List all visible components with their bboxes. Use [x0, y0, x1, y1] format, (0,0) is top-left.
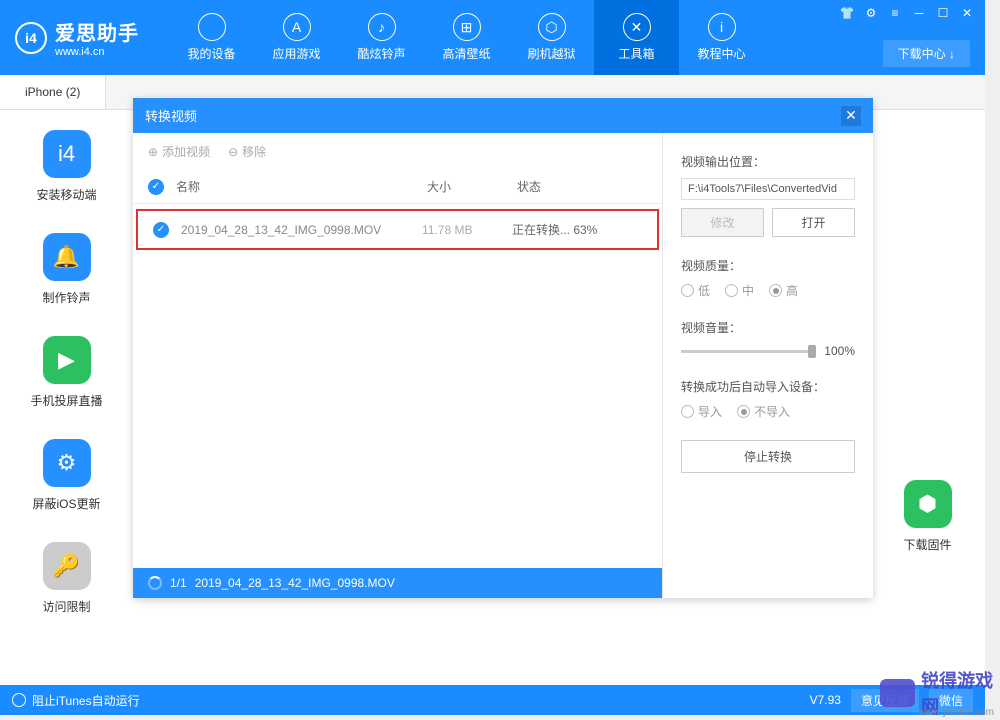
itunes-label: 阻止iTunes自动运行	[32, 692, 140, 709]
tool-restrictions[interactable]: 🔑访问限制	[0, 542, 133, 615]
file-name: 2019_04_28_13_42_IMG_0998.MOV	[181, 223, 422, 237]
nav-wallpapers[interactable]: ⊞高清壁纸	[424, 0, 509, 75]
volume-slider[interactable]	[681, 350, 816, 353]
logo: i4 爱思助手 www.i4.cn	[0, 17, 139, 58]
screencast-icon: ▶	[43, 336, 91, 384]
right-sidebar: ⬢下载固件	[870, 110, 985, 685]
version-label: V7.93	[810, 693, 841, 707]
tool-block-update[interactable]: ⚙屏蔽iOS更新	[0, 439, 133, 512]
itunes-toggle[interactable]	[12, 693, 26, 707]
nav-toolbox[interactable]: ✕工具箱	[594, 0, 679, 75]
table-row[interactable]: ✓ 2019_04_28_13_42_IMG_0998.MOV 11.78 MB…	[136, 209, 659, 250]
install-icon: i4	[43, 130, 91, 178]
import-label: 转换成功后自动导入设备：	[681, 378, 855, 395]
output-label: 视频输出位置：	[681, 153, 855, 170]
file-size: 11.78 MB	[422, 223, 512, 237]
output-path-input[interactable]	[681, 178, 855, 200]
tool-download-firmware[interactable]: ⬢下载固件	[870, 480, 985, 553]
slider-thumb[interactable]	[808, 345, 816, 358]
menu-icon[interactable]: ≡	[887, 5, 903, 21]
status-bar: 阻止iTunes自动运行 V7.93 意见反馈 微信	[0, 685, 985, 715]
table-header: ✓ 名称 大小 状态	[133, 170, 662, 204]
tab-iphone[interactable]: iPhone (2)	[0, 75, 106, 109]
maximize-button[interactable]: ☐	[935, 5, 951, 21]
quality-label: 视频质量：	[681, 257, 855, 274]
tools-sidebar: i4安装移动端 🔔制作铃声 ▶手机投屏直播 ⚙屏蔽iOS更新 🔑访问限制	[0, 110, 133, 685]
bell-icon: ♪	[368, 13, 396, 41]
box-icon: ⬡	[538, 13, 566, 41]
key-icon: 🔑	[43, 542, 91, 590]
dialog-close-button[interactable]: ✕	[841, 106, 861, 126]
dialog-title: 转换视频	[145, 106, 197, 125]
col-name: 名称	[176, 178, 427, 195]
progress-file: 2019_04_28_13_42_IMG_0998.MOV	[195, 576, 395, 590]
shirt-icon[interactable]: 👕	[839, 5, 855, 21]
import-no-radio[interactable]: 不导入	[737, 403, 790, 420]
dialog-settings: 视频输出位置： 修改 打开 视频质量： 低 中 高 视频音量： 100% 转换成…	[663, 133, 873, 598]
file-status: 正在转换... 63%	[512, 221, 642, 238]
watermark: 锐得游戏网 www.ytruida.com	[880, 665, 1000, 720]
col-size: 大小	[427, 178, 517, 195]
close-button[interactable]: ✕	[959, 5, 975, 21]
gear-icon: ⚙	[43, 439, 91, 487]
minimize-button[interactable]: ─	[911, 5, 927, 21]
quality-low-radio[interactable]: 低	[681, 282, 710, 299]
progress-bar: 1/1 2019_04_28_13_42_IMG_0998.MOV	[133, 568, 662, 598]
volume-value: 100%	[824, 344, 855, 358]
dialog-header: 转换视频 ✕	[133, 98, 873, 133]
grid-icon: ⊞	[453, 13, 481, 41]
add-icon: ⊕	[148, 145, 158, 159]
row-checkbox[interactable]: ✓	[153, 222, 169, 238]
import-yes-radio[interactable]: 导入	[681, 403, 722, 420]
logo-icon: i4	[15, 22, 47, 54]
remove-icon: ⊖	[228, 145, 238, 159]
volume-label: 视频音量：	[681, 319, 855, 336]
ringtone-icon: 🔔	[43, 233, 91, 281]
modify-button[interactable]: 修改	[681, 208, 764, 237]
quality-mid-radio[interactable]: 中	[725, 282, 754, 299]
dialog-toolbar: ⊕添加视频 ⊖移除	[133, 133, 662, 170]
window-controls: 👕 ⚙ ≡ ─ ☐ ✕	[839, 5, 975, 21]
tool-ringtone[interactable]: 🔔制作铃声	[0, 233, 133, 306]
watermark-icon	[880, 679, 915, 707]
watermark-url: www.ytruida.com	[918, 707, 994, 718]
tool-install-mobile[interactable]: i4安装移动端	[0, 130, 133, 203]
select-all-checkbox[interactable]: ✓	[148, 179, 164, 195]
add-video-button[interactable]: ⊕添加视频	[148, 143, 210, 160]
app-title: 爱思助手	[55, 17, 139, 46]
spinner-icon	[148, 576, 162, 590]
firmware-icon: ⬢	[904, 480, 952, 528]
col-status: 状态	[517, 178, 647, 195]
download-center-button[interactable]: 下载中心 ↓	[883, 40, 970, 67]
apps-icon: A	[283, 13, 311, 41]
tools-icon: ✕	[623, 13, 651, 41]
main-nav: 我的设备 A应用游戏 ♪酷炫铃声 ⊞高清壁纸 ⬡刷机越狱 ✕工具箱 i教程中心	[169, 0, 764, 75]
tool-screencast[interactable]: ▶手机投屏直播	[0, 336, 133, 409]
nav-tutorials[interactable]: i教程中心	[679, 0, 764, 75]
app-header: i4 爱思助手 www.i4.cn 我的设备 A应用游戏 ♪酷炫铃声 ⊞高清壁纸…	[0, 0, 985, 75]
app-url: www.i4.cn	[55, 46, 139, 58]
info-icon: i	[708, 13, 736, 41]
remove-button[interactable]: ⊖移除	[228, 143, 266, 160]
stop-convert-button[interactable]: 停止转换	[681, 440, 855, 473]
nav-apps[interactable]: A应用游戏	[254, 0, 339, 75]
settings-icon[interactable]: ⚙	[863, 5, 879, 21]
open-button[interactable]: 打开	[772, 208, 855, 237]
nav-jailbreak[interactable]: ⬡刷机越狱	[509, 0, 594, 75]
quality-high-radio[interactable]: 高	[769, 282, 798, 299]
progress-count: 1/1	[170, 576, 187, 590]
nav-ringtones[interactable]: ♪酷炫铃声	[339, 0, 424, 75]
nav-device[interactable]: 我的设备	[169, 0, 254, 75]
convert-video-dialog: 转换视频 ✕ ⊕添加视频 ⊖移除 ✓ 名称 大小 状态 ✓ 2019_04_28…	[133, 98, 873, 598]
apple-icon	[198, 13, 226, 41]
